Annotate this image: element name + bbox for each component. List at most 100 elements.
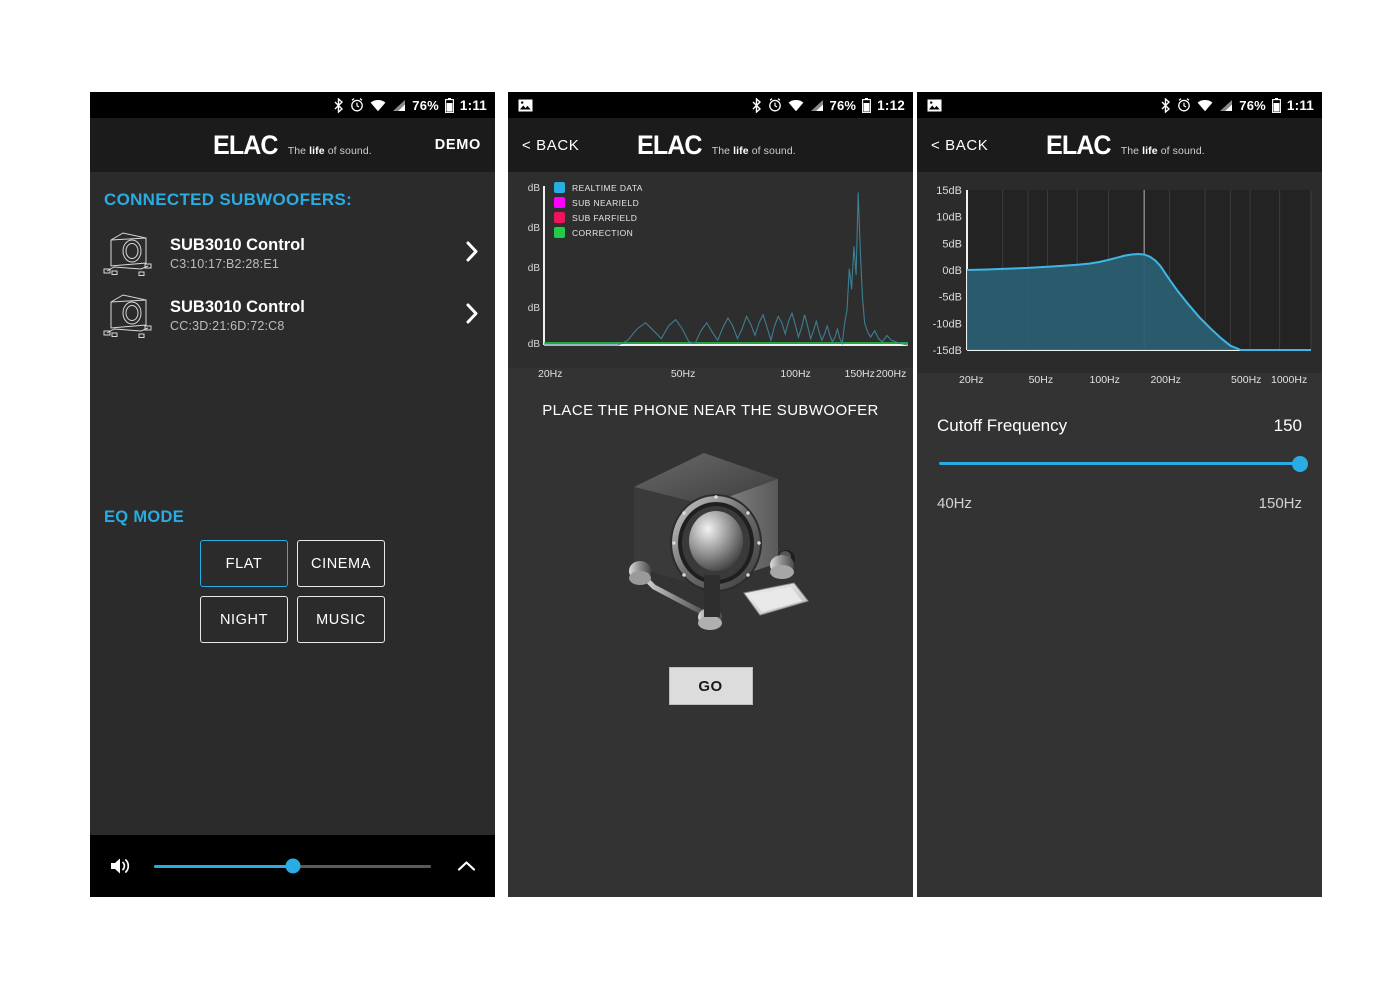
response-plot: 15dB 10dB 5dB 0dB -5dB -10dB -15dB bbox=[923, 178, 1316, 368]
brand-tagline: The life of sound. bbox=[1120, 144, 1205, 157]
legend-item: SUB FARFIELD bbox=[554, 212, 643, 223]
response-x-axis-labels: 20Hz 50Hz 100Hz 200Hz 500Hz 1000Hz bbox=[917, 374, 1322, 392]
x-tick-label: 500Hz bbox=[1231, 374, 1262, 386]
back-button[interactable]: < BACK bbox=[522, 137, 579, 154]
x-tick-label: 20Hz bbox=[538, 368, 563, 380]
cutoff-body: 15dB 10dB 5dB 0dB -5dB -10dB -15dB 20Hz 50Hz 100… bbox=[917, 172, 1322, 897]
chevron-right-icon[interactable] bbox=[466, 303, 479, 328]
cutoff-range-labels: 40Hz 150Hz bbox=[917, 465, 1322, 512]
subwoofer-name: SUB3010 Control bbox=[170, 236, 305, 255]
subwoofer-mac: C3:10:17:B2:28:E1 bbox=[170, 256, 280, 271]
bluetooth-icon bbox=[751, 97, 762, 113]
svg-text:dB: dB bbox=[528, 339, 541, 350]
legend-item: SUB NEARIELD bbox=[554, 197, 643, 208]
legend-swatch bbox=[554, 227, 565, 238]
back-button[interactable]: < BACK bbox=[931, 137, 988, 154]
x-tick-label: 50Hz bbox=[670, 368, 696, 380]
eq-button-music[interactable]: MUSIC bbox=[297, 596, 385, 643]
cutoff-response-chart: 15dB 10dB 5dB 0dB -5dB -10dB -15dB bbox=[917, 172, 1322, 373]
status-bar: 76% 1:12 bbox=[508, 92, 913, 118]
go-button[interactable]: GO bbox=[668, 667, 753, 705]
go-button-wrap: GO bbox=[508, 667, 913, 705]
cell-signal-icon bbox=[1219, 99, 1233, 112]
cutoff-slider-knob[interactable] bbox=[1292, 455, 1308, 472]
elac-wordmark: ELAC bbox=[1046, 129, 1112, 160]
alarm-clock-icon bbox=[768, 98, 782, 112]
wifi-icon bbox=[1197, 99, 1213, 112]
x-tick-label: 20Hz bbox=[959, 374, 984, 386]
list-item[interactable]: SUB3010 Control C3:10:17:B2:28:E1 bbox=[90, 222, 495, 284]
eq-button-night[interactable]: NIGHT bbox=[200, 596, 288, 643]
subwoofer-list: SUB3010 Control C3:10:17:B2:28:E1 SUB301… bbox=[90, 222, 495, 346]
svg-text:dB: dB bbox=[528, 223, 541, 234]
eq-button-cinema[interactable]: CINEMA bbox=[297, 540, 385, 587]
clock-time: 1:11 bbox=[1286, 97, 1314, 113]
battery-icon bbox=[1271, 97, 1281, 113]
cutoff-frequency-label: Cutoff Frequency bbox=[937, 416, 1068, 435]
x-tick-label: 200Hz bbox=[876, 368, 907, 380]
chart-legend: REALTIME DATA SUB NEARIELD SUB FARFIELD COR… bbox=[554, 182, 643, 242]
subwoofer-info: SUB3010 Control C3:10:17:B2:28:E1 bbox=[156, 235, 466, 271]
app-header: ELAC The life of sound. DEMO bbox=[90, 118, 495, 172]
clock-time: 1:11 bbox=[459, 97, 487, 113]
svg-text:10dB: 10dB bbox=[936, 212, 962, 224]
battery-percent: 76% bbox=[412, 97, 439, 113]
battery-percent: 76% bbox=[829, 97, 857, 113]
speaker-volume-icon[interactable] bbox=[106, 856, 136, 876]
volume-slider-knob[interactable] bbox=[285, 858, 300, 874]
elac-wordmark: ELAC bbox=[637, 129, 703, 160]
bluetooth-icon bbox=[1160, 97, 1171, 113]
legend-label: REALTIME DATA bbox=[572, 182, 643, 193]
measure-body: dB dB dB dB dB REALTIME DATA SUB NEARIELD SUB … bbox=[508, 172, 913, 897]
legend-label: SUB NEARIELD bbox=[572, 197, 640, 208]
elac-wordmark: ELAC bbox=[213, 129, 279, 160]
cutoff-frequency-value: 150 bbox=[1273, 416, 1302, 435]
phone-screen-cutoff: 76% 1:11 < BACK ELAC The life of sound. … bbox=[917, 92, 1322, 897]
x-tick-label: 50Hz bbox=[1028, 374, 1054, 386]
alarm-clock-icon bbox=[350, 98, 364, 112]
eq-mode-buttons: FLAT CINEMA NIGHT MUSIC bbox=[90, 540, 495, 643]
cutoff-range-min: 40Hz bbox=[937, 495, 973, 512]
svg-text:0dB: 0dB bbox=[942, 265, 962, 277]
status-bar: 76% 1:11 bbox=[917, 92, 1322, 118]
volume-slider[interactable] bbox=[154, 858, 431, 874]
placement-hint: PLACE THE PHONE NEAR THE SUBWOOFER bbox=[542, 402, 879, 419]
chevron-right-icon[interactable] bbox=[466, 241, 479, 266]
eq-mode-title: EQ MODE bbox=[104, 508, 185, 526]
subwoofer-photo bbox=[508, 425, 913, 655]
subwoofer-name: SUB3010 Control bbox=[170, 298, 305, 317]
svg-text:5dB: 5dB bbox=[942, 238, 962, 250]
status-bar-left bbox=[518, 99, 533, 112]
x-tick-label: 100Hz bbox=[780, 368, 811, 380]
cell-signal-icon bbox=[392, 99, 406, 112]
photo-notification-icon bbox=[518, 99, 533, 112]
alarm-clock-icon bbox=[1177, 98, 1191, 112]
list-item[interactable]: SUB3010 Control CC:3D:21:6D:72:C8 bbox=[90, 284, 495, 346]
x-tick-label: 100Hz bbox=[1089, 374, 1120, 386]
wifi-icon bbox=[370, 99, 386, 112]
status-bar-right: 76% 1:12 bbox=[751, 97, 905, 113]
legend-label: SUB FARFIELD bbox=[572, 212, 638, 223]
battery-percent: 76% bbox=[1239, 97, 1266, 113]
demo-button[interactable]: DEMO bbox=[435, 137, 481, 153]
app-header: < BACK ELAC The life of sound. bbox=[917, 118, 1322, 172]
photo-notification-icon bbox=[927, 99, 942, 112]
battery-icon bbox=[444, 97, 454, 113]
volume-bar bbox=[90, 835, 495, 897]
x-tick-label: 1000Hz bbox=[1271, 374, 1308, 386]
connected-subwoofers-title: CONNECTED SUBWOOFERS: bbox=[104, 190, 353, 209]
chevron-up-icon[interactable] bbox=[453, 860, 479, 872]
status-bar-right: 76% 1:11 bbox=[1160, 97, 1314, 113]
subwoofer-mac: CC:3D:21:6D:72:C8 bbox=[170, 318, 285, 333]
cutoff-frequency-slider[interactable] bbox=[939, 455, 1308, 472]
subwoofer-icon bbox=[98, 228, 156, 278]
wifi-icon bbox=[788, 99, 804, 112]
svg-text:-10dB: -10dB bbox=[933, 318, 962, 330]
phone-screen-home: 76% 1:11 ELAC The life of sound. DEMO CO… bbox=[90, 92, 495, 897]
legend-item: CORRECTION bbox=[554, 227, 643, 238]
clock-time: 1:12 bbox=[877, 97, 905, 113]
x-tick-label: 200Hz bbox=[1150, 374, 1181, 386]
eq-button-flat[interactable]: FLAT bbox=[200, 540, 288, 587]
bluetooth-icon bbox=[333, 97, 344, 113]
cutoff-range-max: 150Hz bbox=[1258, 495, 1302, 512]
